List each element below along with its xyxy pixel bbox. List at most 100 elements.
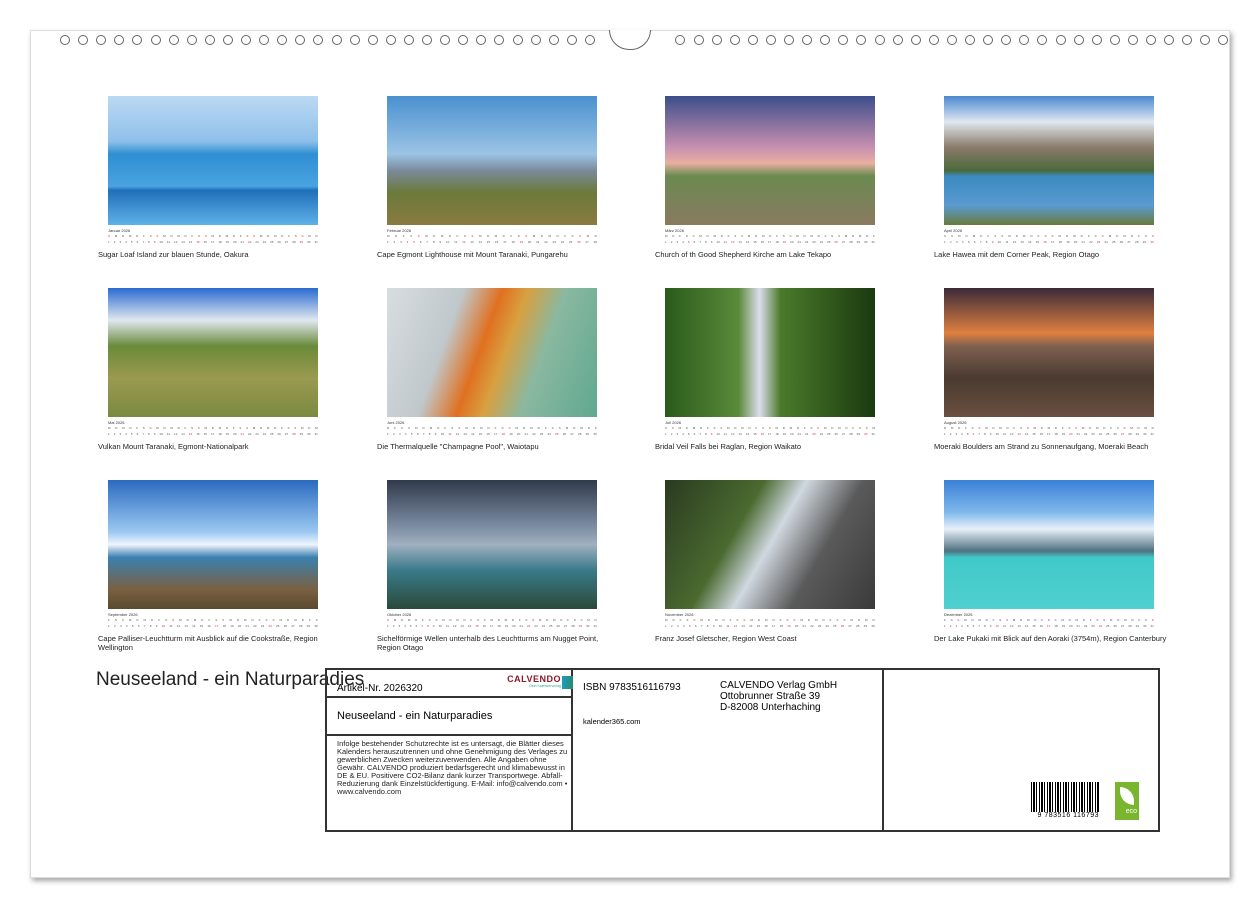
day-cell: 26 — [577, 240, 580, 244]
binding-hole — [241, 35, 251, 45]
day-cell: M — [1130, 426, 1133, 430]
day-cell: S — [273, 618, 275, 622]
day-cell: 18 — [775, 432, 778, 436]
day-cell: 13 — [460, 624, 463, 628]
day-cell: D — [267, 234, 269, 238]
day-cell: D — [387, 426, 389, 430]
day-cell: 24 — [263, 432, 266, 436]
day-cell: 22 — [532, 432, 535, 436]
day-cell: S — [734, 234, 736, 238]
day-cell: M — [838, 426, 841, 430]
day-cell: 13 — [463, 432, 466, 436]
day-cell: M — [394, 618, 397, 622]
day-cell: 3 — [677, 624, 679, 628]
photo-caption: Sugar Loaf Island zur blauen Stunde, Oak… — [98, 251, 338, 260]
day-cell: 21 — [1077, 624, 1080, 628]
day-cell: F — [730, 618, 732, 622]
day-cell: M — [741, 426, 744, 430]
day-cell: 25 — [827, 432, 830, 436]
day-cell: S — [122, 618, 124, 622]
day-cell: F — [1013, 426, 1015, 430]
day-cell: M — [679, 426, 682, 430]
day-cell: 21 — [536, 240, 539, 244]
day-cell: M — [1110, 618, 1113, 622]
binding-hole — [151, 35, 161, 45]
day-cell: D — [274, 426, 276, 430]
day-cell: F — [394, 426, 396, 430]
day-cell: 9 — [990, 624, 992, 628]
day-cell: 13 — [470, 240, 473, 244]
day-cell: M — [978, 618, 981, 622]
day-cell: 26 — [1114, 624, 1117, 628]
day-cell: S — [838, 234, 840, 238]
day-cell: 15 — [196, 432, 199, 436]
day-cell: 2 — [950, 240, 952, 244]
day-cell: 15 — [1032, 432, 1035, 436]
day-cell: D — [1020, 618, 1022, 622]
day-cell: D — [1131, 234, 1133, 238]
day-cell: D — [594, 618, 596, 622]
day-cell: 29 — [857, 432, 860, 436]
day-cell: S — [686, 234, 688, 238]
day-cell: 22 — [544, 240, 547, 244]
day-cell: 11 — [1005, 240, 1008, 244]
day-cell: M — [1058, 234, 1061, 238]
binding-hole — [1128, 35, 1138, 45]
day-cell: S — [580, 618, 582, 622]
day-cell: 11 — [1003, 432, 1006, 436]
day-cell: 9 — [711, 432, 713, 436]
day-cell: D — [449, 618, 451, 622]
day-cell: M — [1033, 426, 1036, 430]
day-cell: S — [686, 618, 688, 622]
day-cell: M — [1124, 618, 1127, 622]
day-cell: D — [201, 618, 203, 622]
day-cell: 14 — [749, 624, 752, 628]
day-cell: 27 — [285, 240, 288, 244]
day-cell: D — [170, 234, 172, 238]
day-cell: M — [144, 618, 147, 622]
day-cell: 17 — [215, 624, 218, 628]
day-cell: 15 — [487, 240, 490, 244]
day-cell: 14 — [189, 240, 192, 244]
website-link[interactable]: kalender365.com — [583, 717, 641, 726]
day-cell: 23 — [812, 432, 815, 436]
day-cell: S — [810, 426, 812, 430]
day-cell: M — [163, 234, 166, 238]
day-cell: D — [122, 234, 124, 238]
day-cell: M — [211, 234, 214, 238]
day-cell: 30 — [593, 432, 596, 436]
day-cell: 28 — [578, 432, 581, 436]
day-cell: 15 — [1036, 240, 1039, 244]
day-cell: 12 — [453, 624, 456, 628]
day-cell: 11 — [724, 240, 727, 244]
day-cell: D — [822, 618, 824, 622]
day-cell: S — [944, 234, 946, 238]
day-cell: S — [786, 618, 788, 622]
day-cell: F — [1041, 618, 1043, 622]
binding-hole — [766, 35, 776, 45]
day-cell: S — [471, 234, 473, 238]
day-cell: S — [508, 426, 510, 430]
day-cell: D — [858, 618, 860, 622]
day-cell: 30 — [1143, 432, 1146, 436]
day-cell: S — [222, 618, 224, 622]
day-cell: 29 — [300, 240, 303, 244]
day-cell: 7 — [699, 432, 701, 436]
binding-hole — [549, 35, 559, 45]
day-cell: D — [415, 618, 417, 622]
day-cell: 12 — [174, 432, 177, 436]
day-cell: 28 — [594, 240, 597, 244]
day-cell: D — [872, 618, 874, 622]
day-cell: 21 — [798, 432, 801, 436]
day-cell: 19 — [226, 240, 229, 244]
day-cell: 23 — [255, 432, 258, 436]
day-cell: F — [564, 234, 566, 238]
day-cell: 26 — [557, 624, 560, 628]
binding-hole — [513, 35, 523, 45]
day-cell: 11 — [448, 432, 451, 436]
day-cell: S — [743, 618, 745, 622]
day-cell: 13 — [1017, 432, 1020, 436]
day-cell: F — [755, 426, 757, 430]
day-cell: 8 — [984, 624, 986, 628]
day-cell: 24 — [1104, 240, 1107, 244]
